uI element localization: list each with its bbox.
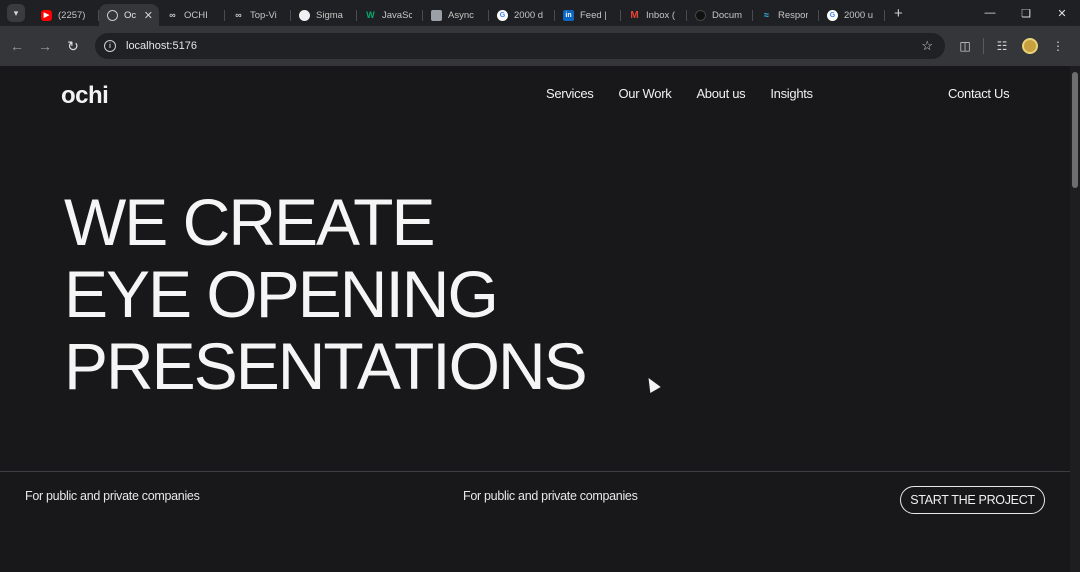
nav-our-work[interactable]: Our Work <box>618 86 671 101</box>
github-icon <box>299 9 310 21</box>
profile-avatar[interactable] <box>1022 38 1038 54</box>
extensions-icon[interactable]: ◫ <box>951 39 979 53</box>
site-logo[interactable]: ochi <box>61 82 109 110</box>
tagline-center: For public and private companies <box>463 489 638 503</box>
gmail-icon: M <box>630 9 639 21</box>
new-tab-icon[interactable]: + <box>894 0 903 26</box>
address-bar[interactable]: i localhost:5176 ☆ <box>95 33 945 59</box>
minimize-icon[interactable]: — <box>972 0 1008 26</box>
address-url[interactable]: localhost:5176 <box>126 40 197 52</box>
browser-tab-bar: ▾ ▶ (2257) Oc ✕ ∞ OCHI ∞ Top-Vi Sigma W JavaS… <box>0 0 1080 26</box>
forward-icon[interactable]: → <box>31 32 59 60</box>
google-icon: G <box>827 9 838 21</box>
nav-about-us[interactable]: About us <box>696 86 745 101</box>
tab-top-vi[interactable]: ∞ Top-Vi <box>225 4 291 26</box>
google-icon: G <box>497 9 508 21</box>
tab-strip: ▶ (2257) Oc ✕ ∞ OCHI ∞ Top-Vi Sigma W JavaSc … <box>33 0 885 26</box>
globe-icon <box>107 9 118 21</box>
mouse-cursor-icon <box>643 374 661 394</box>
tab-ochi[interactable]: ∞ OCHI <box>159 4 225 26</box>
tab-async[interactable]: Async <box>423 4 489 26</box>
close-window-icon[interactable]: ✕ <box>1044 0 1080 26</box>
page-icon <box>431 9 442 21</box>
hero-line-2: EYE OPENING <box>64 257 499 331</box>
tab-responsive[interactable]: ≈ Respor <box>753 4 819 26</box>
site-nav: Services Our Work About us Insights <box>546 86 813 101</box>
window-controls: — ❏ ✕ <box>972 0 1080 26</box>
tab-2000-d[interactable]: G 2000 d <box>489 4 555 26</box>
browser-toolbar: ← → ↻ i localhost:5176 ☆ ◫ ☷ ⋮ <box>0 26 1080 66</box>
cast-icon[interactable]: ☷ <box>988 39 1016 53</box>
doc-icon <box>695 9 706 21</box>
page-scrollbar[interactable] <box>1070 66 1080 572</box>
tab-linkedin-feed[interactable]: in Feed | <box>555 4 621 26</box>
reload-icon[interactable]: ↻ <box>59 32 87 60</box>
link-icon: ∞ <box>235 10 242 20</box>
tab-javascript[interactable]: W JavaSc <box>357 4 423 26</box>
tab-gmail-inbox[interactable]: M Inbox ( <box>621 4 687 26</box>
hero-heading: WE CREATE EYE OPENING PRESENTATIONS <box>64 185 588 403</box>
nav-services[interactable]: Services <box>546 86 594 101</box>
back-icon[interactable]: ← <box>3 32 31 60</box>
section-divider <box>0 471 1070 472</box>
tab-2000-u[interactable]: G 2000 u <box>819 4 885 26</box>
toolbar-divider <box>983 38 984 54</box>
site-info-icon[interactable]: i <box>104 40 116 52</box>
linkedin-icon: in <box>563 9 574 21</box>
tab-sigma[interactable]: Sigma <box>291 4 357 26</box>
start-project-button[interactable]: START THE PROJECT <box>900 486 1045 514</box>
link-icon: ∞ <box>169 10 176 20</box>
w3-icon: W <box>366 10 375 20</box>
scrollbar-thumb[interactable] <box>1072 72 1078 188</box>
toolbar-actions: ◫ ☷ ⋮ <box>951 26 1072 66</box>
tab-document[interactable]: Docum <box>687 4 753 26</box>
tab-active-ochi[interactable]: Oc ✕ <box>99 4 159 26</box>
hero-line-1: WE CREATE <box>64 185 435 259</box>
nav-insights[interactable]: Insights <box>770 86 813 101</box>
nav-contact-us[interactable]: Contact Us <box>948 86 1010 101</box>
menu-icon[interactable]: ⋮ <box>1044 39 1072 53</box>
tab-youtube[interactable]: ▶ (2257) <box>33 4 99 26</box>
bookmark-star-icon[interactable]: ☆ <box>921 38 933 54</box>
tab-search-icon[interactable]: ▾ <box>7 4 25 22</box>
tagline-left: For public and private companies <box>25 489 200 503</box>
youtube-icon: ▶ <box>41 9 52 21</box>
hero-line-3: PRESENTATIONS <box>64 329 588 403</box>
restore-icon[interactable]: ❏ <box>1008 0 1044 26</box>
tailwind-icon: ≈ <box>764 10 769 20</box>
close-tab-icon[interactable]: ✕ <box>144 9 153 22</box>
page-viewport: ochi Services Our Work About us Insights… <box>0 66 1070 572</box>
